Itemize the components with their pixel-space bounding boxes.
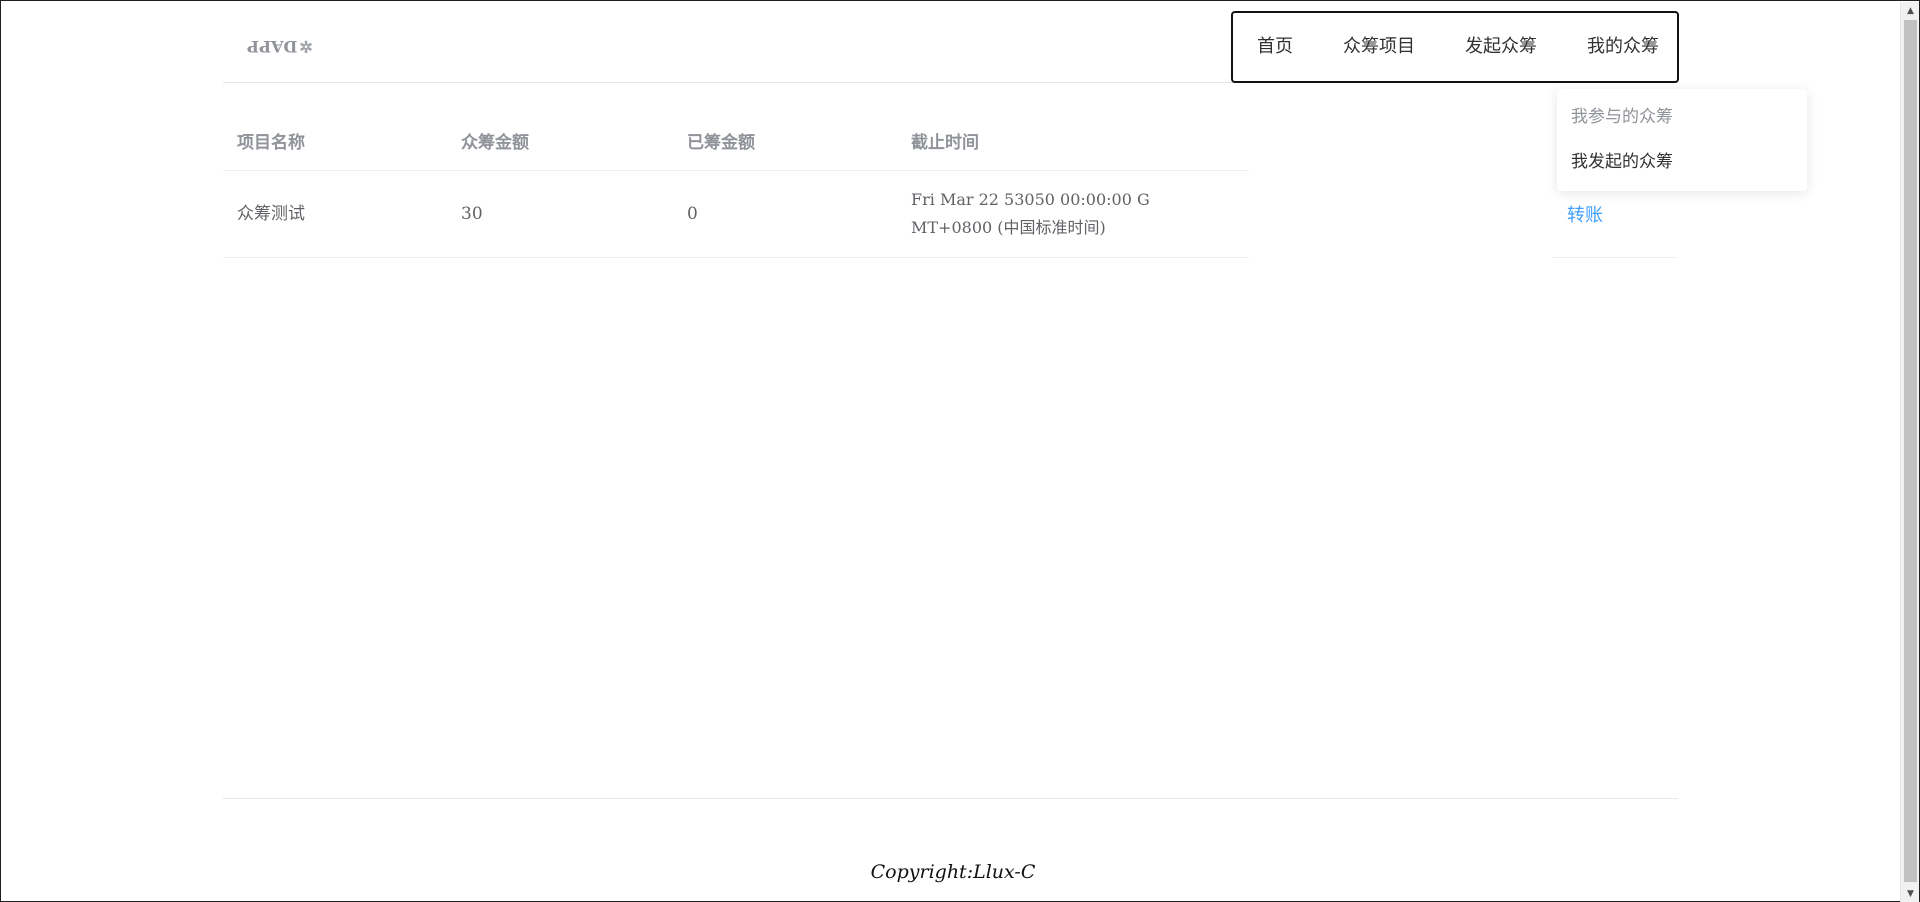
- my-crowdfunding-dropdown: 我参与的众筹 我发起的众筹: [1557, 89, 1807, 191]
- logo[interactable]: ✲ DAPP: [247, 37, 313, 56]
- cell-raised-amount: 0: [687, 204, 698, 224]
- deadline-line-2: MT+0800 (中国标准时间): [911, 218, 1106, 237]
- vertical-scrollbar[interactable]: ▲ ▼: [1900, 2, 1919, 902]
- scroll-up-icon[interactable]: ▲: [1901, 2, 1920, 19]
- table-row: 众筹测试 30 0 Fri Mar 22 53050 00:00:00 G MT…: [223, 171, 1249, 258]
- cell-project-name: 众筹测试: [237, 204, 305, 224]
- header-goal-amount: 众筹金额: [461, 133, 529, 153]
- header-deadline: 截止时间: [911, 133, 979, 153]
- header-project-name: 项目名称: [237, 133, 305, 153]
- cell-goal-amount: 30: [461, 204, 483, 224]
- nav-item-projects[interactable]: 众筹项目: [1318, 13, 1440, 81]
- sparkle-icon: ✲: [299, 37, 313, 56]
- nav-item-my-crowdfunding[interactable]: 我的众筹: [1562, 13, 1684, 81]
- main-nav: 首页 众筹项目 发起众筹 我的众筹: [1231, 11, 1679, 83]
- cell-deadline: Fri Mar 22 53050 00:00:00 G MT+0800 (中国标…: [897, 186, 1249, 242]
- deadline-line-1: Fri Mar 22 53050 00:00:00 G: [911, 190, 1150, 209]
- scroll-down-icon[interactable]: ▼: [1901, 885, 1920, 902]
- footer-divider: [223, 798, 1678, 799]
- browser-viewport: ✲ DAPP 首页 众筹项目 发起众筹 我的众筹 我参与的众筹 我发起的众筹 项…: [0, 0, 1920, 902]
- copyright-text: Copyright:Llux-C: [870, 861, 1036, 883]
- dropdown-item-participated[interactable]: 我参与的众筹: [1557, 95, 1807, 140]
- table-header: 项目名称 众筹金额 已筹金额 截止时间: [223, 111, 1249, 171]
- dropdown-item-launched[interactable]: 我发起的众筹: [1557, 140, 1807, 185]
- crowdfunding-table: 项目名称 众筹金额 已筹金额 截止时间 众筹测试 30 0 Fri Mar 22…: [223, 111, 1249, 258]
- header-raised-amount: 已筹金额: [687, 133, 755, 153]
- scrollbar-thumb[interactable]: [1904, 20, 1917, 882]
- logo-text: DAPP: [247, 37, 298, 56]
- transfer-link[interactable]: 转账: [1567, 201, 1603, 227]
- nav-item-home[interactable]: 首页: [1233, 13, 1318, 81]
- nav-item-launch[interactable]: 发起众筹: [1440, 13, 1562, 81]
- site-header: ✲ DAPP 首页 众筹项目 发起众筹 我的众筹: [223, 11, 1679, 83]
